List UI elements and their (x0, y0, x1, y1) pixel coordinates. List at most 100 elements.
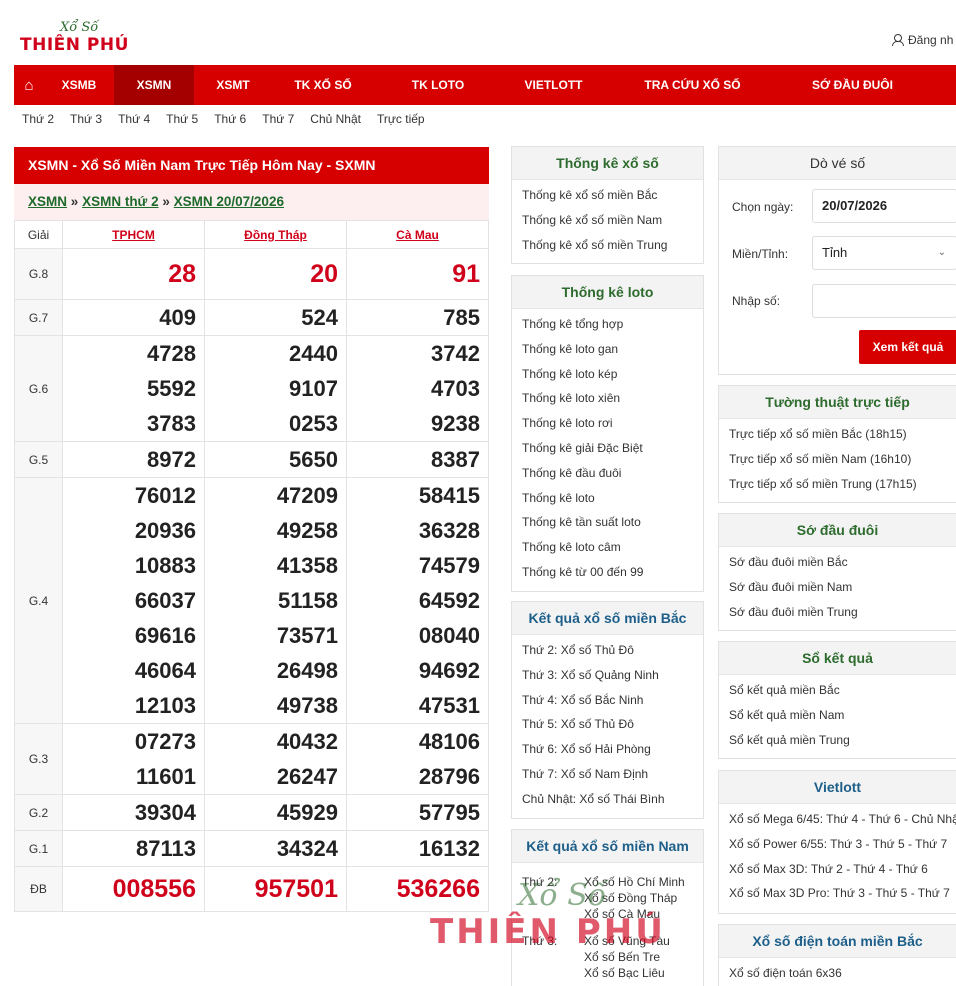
list-item[interactable]: Sổ kết quả miền Bắc (719, 678, 956, 703)
list-item[interactable]: Xổ số Bạc Liêu (584, 966, 665, 980)
prize-number: 008556 (112, 875, 196, 903)
prize-number: 3783 (147, 411, 196, 436)
prize-cell: 8387 (346, 441, 489, 478)
prize-number: 66037 (134, 588, 196, 613)
prize-number: 4728 (147, 341, 196, 366)
list-item[interactable]: Trực tiếp xổ số miền Trung (17h15) (719, 472, 956, 497)
box-do-ve-so: Dò vé số Chọn ngày: 20/07/2026 Miền/Tỉnh… (718, 146, 956, 375)
site-header: Xổ Số THIÊN PHÚ Đăng nh (0, 0, 956, 66)
list-item[interactable]: Thống kê loto rơi (512, 411, 703, 436)
logo-script: Xổ Số (60, 20, 99, 35)
list-item[interactable]: Sớ đầu đuôi miền Bắc (719, 550, 956, 575)
list-item[interactable]: Thống kê xổ số miền Nam (512, 208, 703, 233)
nav-item-xsmb[interactable]: XSMB (44, 65, 114, 105)
list-item[interactable]: Xổ số Đồng Tháp (584, 891, 677, 905)
list-item[interactable]: Thống kê loto gan (512, 337, 703, 362)
nav-item-so-dau-duoi[interactable]: SỚ ĐẦU ĐUÔI (780, 65, 925, 105)
subnav-thu-4[interactable]: Thứ 4 (118, 112, 150, 126)
list-item[interactable]: Thứ 3: Xổ số Quảng Ninh (512, 663, 703, 688)
list-item[interactable]: Chủ Nhật: Xổ số Thái Bình (512, 787, 703, 812)
nav-item-xsmn[interactable]: XSMN (114, 65, 194, 105)
box-title: Tường thuật trực tiếp (719, 386, 956, 419)
subnav-thu-2[interactable]: Thứ 2 (22, 112, 54, 126)
list-item[interactable]: Thứ 6: Xổ số Hải Phòng (512, 737, 703, 762)
nav-item-xsmt[interactable]: XSMT (194, 65, 272, 105)
prize-number: 94692 (418, 658, 480, 683)
site-logo[interactable]: Xổ Số THIÊN PHÚ (20, 20, 135, 56)
list-item[interactable]: Thống kê loto (512, 486, 703, 511)
list-item[interactable]: Sổ kết quả miền Nam (719, 703, 956, 728)
list-item[interactable]: Xổ số Cà Mau (584, 907, 660, 921)
list-item[interactable]: Thống kê loto câm (512, 535, 703, 560)
subnav-thu-3[interactable]: Thứ 3 (70, 112, 102, 126)
breadcrumb-xsmn-thu-2[interactable]: XSMN thứ 2 (82, 194, 159, 209)
list-item[interactable]: Thống kê loto kép (512, 362, 703, 387)
list-item[interactable]: Thống kê từ 00 đến 99 (512, 560, 703, 585)
subnav-truc-tiep[interactable]: Trực tiếp (377, 112, 425, 126)
nav-item-tk-loto[interactable]: TK LOTO (374, 65, 502, 105)
prize-cell: 2440 9107 0253 (204, 335, 347, 442)
breadcrumb-sep: » (70, 194, 79, 209)
box-title: Kết quả xổ số miền Bắc (512, 602, 703, 635)
list-item[interactable]: Sớ đầu đuôi miền Nam (719, 575, 956, 600)
prize-cell: 957501 (204, 866, 347, 912)
prize-label: G.7 (14, 299, 63, 336)
prize-cell: 47209 49258 41358 51158 73571 26498 49738 (204, 477, 347, 724)
box-vietlott: Vietlott Xổ số Mega 6/45: Thứ 4 - Thứ 6 … (718, 770, 956, 914)
subnav-chu-nhat[interactable]: Chủ Nhật (310, 112, 361, 126)
list-item[interactable]: Thống kê tần suất loto (512, 510, 703, 535)
header-giai: Giải (14, 220, 63, 249)
login-link[interactable]: Đăng nh (892, 33, 953, 47)
list-item[interactable]: Thứ 7: Xổ số Nam Định (512, 762, 703, 787)
list-item[interactable]: Xổ số Power 6/55: Thứ 3 - Thứ 5 - Thứ 7 (719, 832, 956, 857)
list-item[interactable]: Xổ số Bến Tre (584, 950, 660, 964)
prize-number: 49258 (276, 518, 338, 543)
nav-item-vietlott[interactable]: VIETLOTT (502, 65, 605, 105)
prize-row: ĐB 008556 957501 536266 (14, 866, 489, 912)
list-item[interactable]: Xổ số Max 3D: Thứ 2 - Thứ 4 - Thứ 6 (719, 857, 956, 882)
results-title: XSMN - Xổ Số Miền Nam Trực Tiếp Hôm Nay … (14, 147, 489, 184)
prize-label: ĐB (14, 866, 63, 912)
view-result-button[interactable]: Xem kết quả (859, 330, 956, 364)
list-item[interactable]: Thống kê loto xiên (512, 386, 703, 411)
nav-item-tra-cuu[interactable]: TRA CỨU XỔ SỐ (605, 65, 780, 105)
header-province[interactable]: TPHCM (62, 220, 205, 249)
prize-number: 46064 (134, 658, 196, 683)
date-input[interactable]: 20/07/2026 (812, 189, 956, 223)
subnav-thu-5[interactable]: Thứ 5 (166, 112, 198, 126)
list-item[interactable]: Thống kê giải Đặc Biệt (512, 436, 703, 461)
prize-cell: 28 (62, 248, 205, 300)
list-item[interactable]: Xổ số Mega 6/45: Thứ 4 - Thứ 6 - Chủ Nhậ… (719, 807, 956, 832)
list-item[interactable]: Thứ 4: Xổ số Bắc Ninh (512, 688, 703, 713)
subnav-thu-6[interactable]: Thứ 6 (214, 112, 246, 126)
header-province[interactable]: Đồng Tháp (204, 220, 347, 249)
prize-number: 20 (310, 260, 338, 288)
list-item[interactable]: Trực tiếp xổ số miền Nam (16h10) (719, 447, 956, 472)
breadcrumb-xsmn[interactable]: XSMN (28, 194, 67, 209)
nav-item-tk-xo-so[interactable]: TK XỔ SỐ (272, 65, 374, 105)
list-item[interactable]: Xổ số Vũng Tàu (584, 934, 670, 948)
header-province[interactable]: Cà Mau (346, 220, 489, 249)
list-item[interactable]: Thống kê tổng hợp (512, 312, 703, 337)
list-item[interactable]: Xổ số Max 3D Pro: Thứ 3 - Thứ 5 - Thứ 7 (719, 881, 956, 906)
prize-number: 73571 (276, 623, 338, 648)
sub-nav: Thứ 2 Thứ 3 Thứ 4 Thứ 5 Thứ 6 Thứ 7 Chủ … (22, 112, 441, 126)
list-item[interactable]: Thống kê xổ số miền Bắc (512, 183, 703, 208)
subnav-thu-7[interactable]: Thứ 7 (262, 112, 294, 126)
nav-home[interactable]: ⌂ (14, 65, 44, 105)
list-item[interactable]: Sổ kết quả miền Trung (719, 728, 956, 753)
list-item[interactable]: Thống kê đầu đuôi (512, 461, 703, 486)
list-item[interactable]: Thứ 5: Xổ số Thủ Đô (512, 712, 703, 737)
list-item[interactable]: Trực tiếp xổ số miền Bắc (18h15) (719, 422, 956, 447)
region-select[interactable]: Tỉnh ⌄ (812, 236, 956, 270)
list-item[interactable]: Thứ 2: Xổ số Thủ Đô (512, 638, 703, 663)
prize-number: 57795 (418, 800, 480, 825)
list-item[interactable]: Thống kê xổ số miền Trung (512, 233, 703, 258)
list-item[interactable]: Xổ số Hồ Chí Minh (584, 875, 685, 889)
prize-number: 9238 (431, 411, 480, 436)
number-input[interactable] (812, 284, 956, 318)
list-item[interactable]: Sớ đầu đuôi miền Trung (719, 600, 956, 625)
box-dien-toan: Xổ số điện toán miền Bắc Xổ số điện toán… (718, 924, 956, 986)
breadcrumb-xsmn-date[interactable]: XSMN 20/07/2026 (174, 194, 284, 209)
list-item[interactable]: Xổ số điện toán 6x36 (719, 961, 956, 986)
